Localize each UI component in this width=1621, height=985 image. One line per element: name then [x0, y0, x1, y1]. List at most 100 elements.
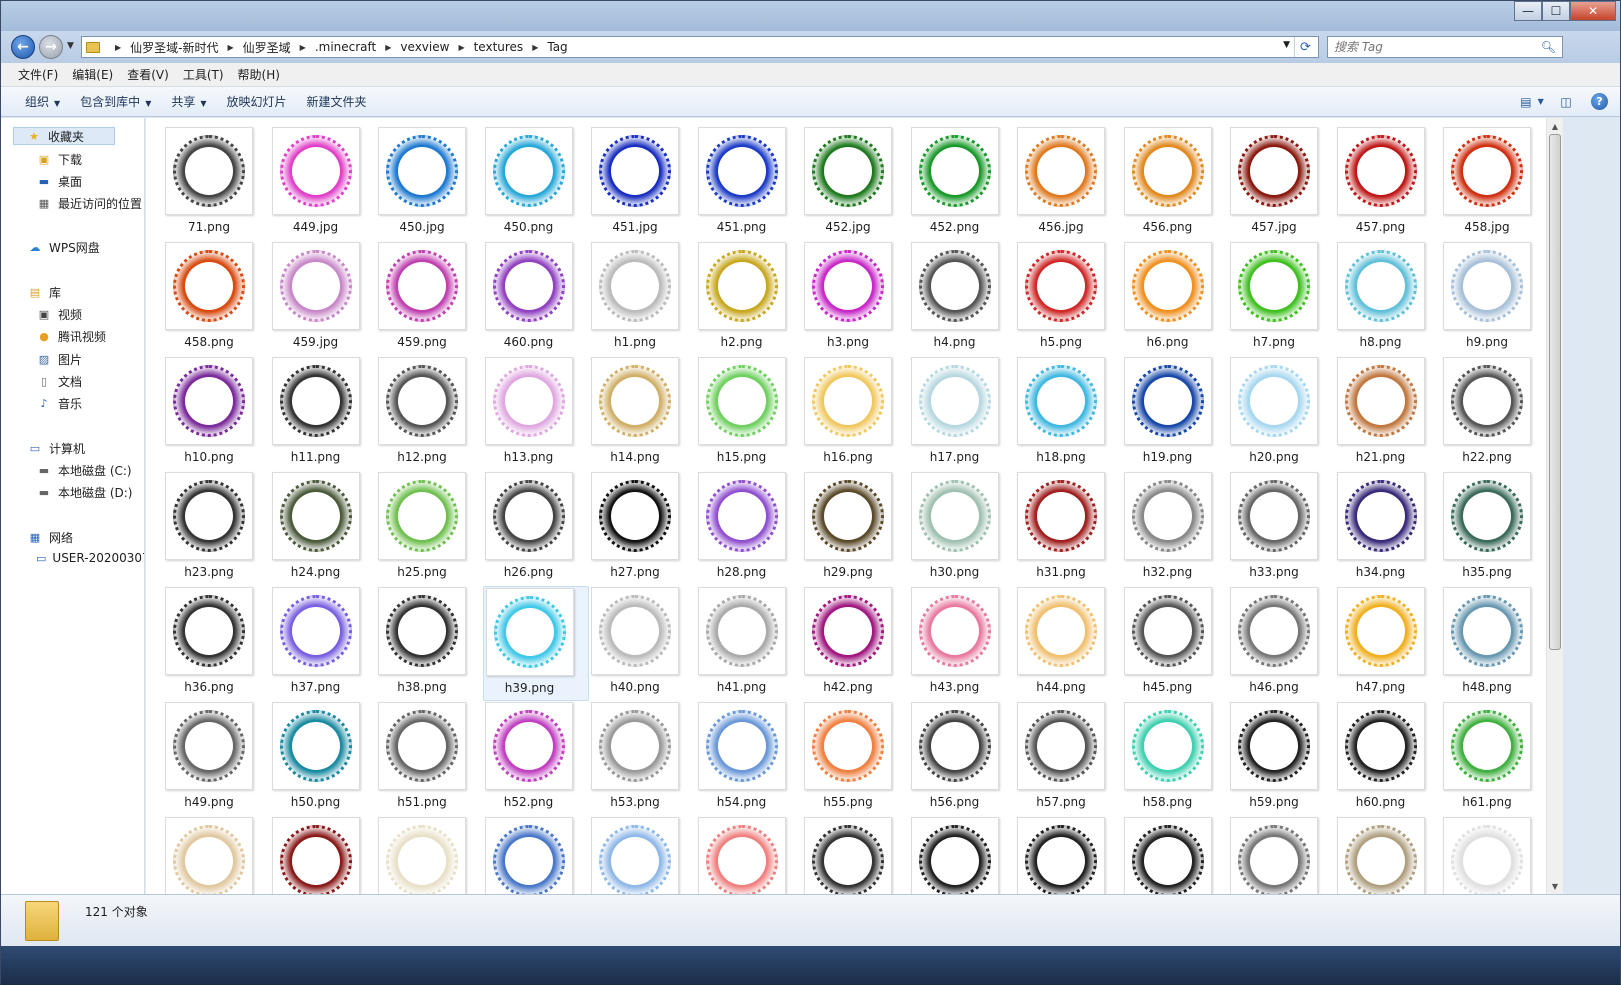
file-item[interactable]: 458.png	[163, 241, 270, 356]
file-item[interactable]: h15.png	[696, 356, 803, 471]
file-item[interactable]: h46.png	[1228, 586, 1335, 701]
address-history-dropdown[interactable]: ▼	[1283, 40, 1290, 50]
file-item[interactable]: h40.png	[589, 586, 696, 701]
file-item[interactable]: h36.png	[163, 586, 270, 701]
file-item[interactable]: h21.png	[1335, 356, 1442, 471]
file-item[interactable]: 457.png	[1335, 126, 1442, 241]
file-item[interactable]: h18.png	[1015, 356, 1122, 471]
file-item[interactable]: h52.png	[483, 701, 590, 816]
file-item[interactable]: h4.png	[909, 241, 1016, 356]
file-item[interactable]: h30.png	[909, 471, 1016, 586]
menu-item[interactable]: 文件(F)	[11, 66, 65, 83]
file-item[interactable]: h33.png	[1228, 471, 1335, 586]
file-item[interactable]: 449.jpg	[270, 126, 377, 241]
breadcrumb-separator-icon[interactable]: ▶	[300, 43, 306, 52]
file-item[interactable]	[1015, 816, 1122, 894]
file-item[interactable]: 460.png	[483, 241, 590, 356]
file-item[interactable]: h31.png	[1015, 471, 1122, 586]
file-item[interactable]: h14.png	[589, 356, 696, 471]
breadcrumb-link[interactable]: 仙罗圣域	[243, 39, 291, 56]
file-item[interactable]: h19.png	[1122, 356, 1229, 471]
nav-item-drive-d[interactable]: ▬ 本地磁盘 (D:)	[36, 484, 133, 501]
nav-item-network-pc[interactable]: ▭ USER-20200307	[36, 551, 144, 565]
menu-item[interactable]: 编辑(E)	[65, 66, 120, 83]
file-item[interactable]	[483, 816, 590, 894]
file-item[interactable]: h58.png	[1122, 701, 1229, 816]
file-item[interactable]: h57.png	[1015, 701, 1122, 816]
scroll-down-icon[interactable]: ▼	[1547, 878, 1563, 894]
file-item[interactable]: h26.png	[483, 471, 590, 586]
file-item[interactable]: h34.png	[1335, 471, 1442, 586]
file-item[interactable]: h17.png	[909, 356, 1016, 471]
breadcrumb-link[interactable]: Tag	[547, 40, 567, 54]
file-item[interactable]: h22.png	[1441, 356, 1546, 471]
file-item[interactable]: h2.png	[696, 241, 803, 356]
address-bar[interactable]: ▶ 仙罗圣域-新时代 ▶ 仙罗圣域 ▶ .minecraft ▶ vexview ▶ textur…	[81, 36, 1319, 58]
file-item[interactable]: h13.png	[483, 356, 590, 471]
file-item[interactable]: 459.png	[376, 241, 483, 356]
file-item[interactable]: h48.png	[1441, 586, 1546, 701]
breadcrumb-link[interactable]: .minecraft	[315, 40, 376, 54]
file-item[interactable]: 457.jpg	[1228, 126, 1335, 241]
file-item[interactable]	[376, 816, 483, 894]
close-button[interactable]: ✕	[1570, 1, 1616, 21]
nav-item-wps[interactable]: ☁ WPS网盘	[27, 239, 100, 256]
file-item[interactable]: 450.jpg	[376, 126, 483, 241]
back-button[interactable]: ←	[11, 35, 35, 59]
change-view-button[interactable]: ▤ ▼	[1520, 94, 1544, 110]
breadcrumb-link[interactable]: textures	[474, 40, 524, 54]
file-item[interactable]: 450.png	[483, 126, 590, 241]
command-button[interactable]: 放映幻灯片	[217, 93, 297, 110]
command-button[interactable]: 新建文件夹	[297, 93, 377, 110]
help-button[interactable]: ?	[1591, 93, 1608, 110]
file-item[interactable]: h53.png	[589, 701, 696, 816]
file-item[interactable]: h12.png	[376, 356, 483, 471]
search-input[interactable]	[1334, 40, 1534, 54]
search-icon[interactable]: 🔍︎	[1541, 40, 1556, 54]
nav-favorites[interactable]: ★ 收藏夹	[13, 127, 115, 145]
file-item[interactable]	[1441, 816, 1546, 894]
scroll-up-icon[interactable]: ▲	[1547, 118, 1563, 134]
file-item[interactable]	[909, 816, 1016, 894]
file-item[interactable]: h8.png	[1335, 241, 1442, 356]
file-item[interactable]	[1228, 816, 1335, 894]
file-item[interactable]: h45.png	[1122, 586, 1229, 701]
file-item[interactable]: h24.png	[270, 471, 377, 586]
file-item[interactable]: h1.png	[589, 241, 696, 356]
breadcrumb-link[interactable]: 仙罗圣域-新时代	[130, 39, 218, 56]
nav-libraries[interactable]: ▤ 库	[27, 284, 61, 301]
file-item[interactable]: h41.png	[696, 586, 803, 701]
nav-item-videos[interactable]: ▣ 视频	[36, 306, 82, 323]
preview-pane-button[interactable]: ◫	[1557, 94, 1575, 110]
file-item[interactable]: h54.png	[696, 701, 803, 816]
command-button[interactable]: 包含到库中 ▼	[70, 93, 161, 110]
file-item[interactable]: h37.png	[270, 586, 377, 701]
file-item[interactable]: 71.png	[163, 126, 270, 241]
menu-item[interactable]: 工具(T)	[176, 66, 231, 83]
file-item[interactable]	[589, 816, 696, 894]
file-item[interactable]: h10.png	[163, 356, 270, 471]
file-item[interactable]: h7.png	[1228, 241, 1335, 356]
file-item[interactable]: h6.png	[1122, 241, 1229, 356]
file-item[interactable]: 451.png	[696, 126, 803, 241]
search-box[interactable]: 🔍︎	[1327, 36, 1563, 58]
file-item[interactable]: 456.png	[1122, 126, 1229, 241]
file-item[interactable]: 456.jpg	[1015, 126, 1122, 241]
file-item[interactable]: h49.png	[163, 701, 270, 816]
file-item[interactable]: h55.png	[802, 701, 909, 816]
file-item[interactable]: h35.png	[1441, 471, 1546, 586]
file-item[interactable]: 459.jpg	[270, 241, 377, 356]
menu-item[interactable]: 查看(V)	[120, 66, 176, 83]
nav-item-pictures[interactable]: ▨ 图片	[36, 351, 82, 368]
file-item[interactable]: h56.png	[909, 701, 1016, 816]
file-item[interactable]	[163, 816, 270, 894]
breadcrumb-separator-icon[interactable]: ▶	[228, 43, 234, 52]
file-item[interactable]: h23.png	[163, 471, 270, 586]
recent-pages-dropdown[interactable]: ▼	[67, 41, 74, 51]
file-item[interactable]	[1335, 816, 1442, 894]
file-item[interactable]: h27.png	[589, 471, 696, 586]
nav-item-documents[interactable]: ▯ 文档	[36, 373, 82, 390]
file-item[interactable]: h16.png	[802, 356, 909, 471]
file-item[interactable]: h47.png	[1335, 586, 1442, 701]
file-item[interactable]	[696, 816, 803, 894]
